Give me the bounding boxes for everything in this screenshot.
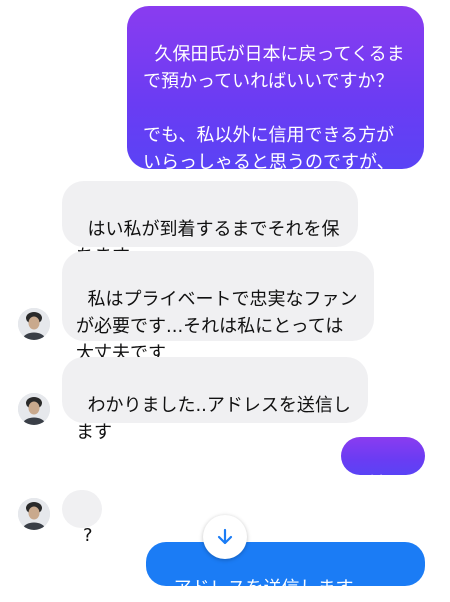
message-outgoing[interactable]: 久保田氏が日本に戻ってくるまで預かっていればいいですか？ でも、私以外に信用でき…: [127, 6, 424, 200]
contact-avatar[interactable]: [18, 393, 50, 425]
scroll-to-bottom-button[interactable]: [203, 515, 247, 559]
message-text: ?: [82, 525, 93, 546]
person-avatar-icon: [18, 308, 50, 340]
arrow-down-icon: [217, 528, 233, 545]
message-incoming[interactable]: はい私が到着するまでそれを保ちます: [62, 181, 358, 267]
contact-avatar[interactable]: [18, 308, 50, 340]
message-text: アドレスを送信します。: [173, 578, 370, 599]
message-outgoing[interactable]: アドレスを送信します。: [146, 542, 425, 599]
person-avatar-icon: [18, 498, 50, 530]
message-text: 久保田氏が日本に戻ってくるまで預かっていればいいですか？ でも、私以外に信用でき…: [143, 44, 405, 200]
message-incoming[interactable]: ?: [62, 490, 102, 546]
message-text: 私はプライベートで忠実なファンが必要です...それは私にとっては大丈夫です: [76, 289, 358, 364]
message-incoming[interactable]: わかりました..アドレスを送信します: [62, 357, 368, 443]
contact-avatar[interactable]: [18, 498, 50, 530]
message-text: はい。: [357, 473, 393, 521]
person-avatar-icon: [18, 393, 50, 425]
message-outgoing[interactable]: はい。: [341, 437, 425, 521]
message-text: わかりました..アドレスを送信します: [76, 395, 351, 443]
message-incoming[interactable]: 私はプライベートで忠実なファンが必要です...それは私にとっては大丈夫です: [62, 251, 374, 364]
